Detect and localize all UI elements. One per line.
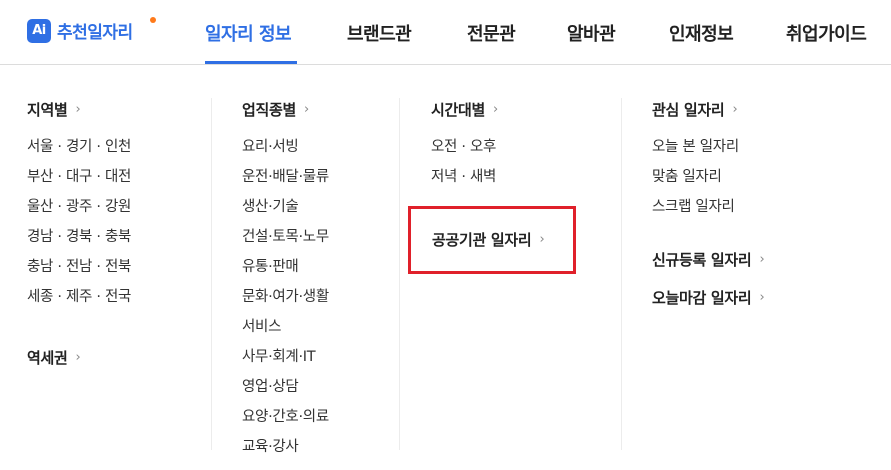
region-heading-label: 지역별 — [27, 100, 68, 119]
nav-part-time[interactable]: 알바관 — [567, 20, 616, 46]
job-type-heading[interactable]: 업직종별 › — [242, 98, 329, 120]
nav-career-guide[interactable]: 취업가이드 — [786, 20, 867, 46]
region-item[interactable]: 부산 · 대구 · 대전 — [27, 167, 131, 197]
job-type-item[interactable]: 건설·토목·노무 — [242, 227, 329, 257]
time-item[interactable]: 저녁 · 새벽 — [431, 167, 498, 197]
closing-jobs-label: 오늘마감 일자리 — [652, 288, 752, 307]
region-item[interactable]: 충남 · 전남 · 전북 — [27, 257, 131, 287]
region-item[interactable]: 서울 · 경기 · 인천 — [27, 137, 131, 167]
station-heading[interactable]: 역세권 › — [27, 346, 131, 368]
logo-text: 추천일자리 — [57, 23, 133, 43]
interest-heading[interactable]: 관심 일자리 › — [652, 98, 764, 120]
column-divider — [211, 98, 212, 450]
public-jobs-link[interactable]: 공공기관 일자리 › — [432, 229, 545, 250]
active-nav-underline — [205, 61, 297, 64]
column-divider — [621, 98, 622, 450]
chevron-right-icon: › — [759, 251, 765, 267]
interest-list: 오늘 본 일자리 맞춤 일자리 스크랩 일자리 — [652, 137, 764, 227]
interest-item[interactable]: 스크랩 일자리 — [652, 197, 764, 227]
region-heading[interactable]: 지역별 › — [27, 98, 131, 120]
time-heading[interactable]: 시간대별 › — [431, 98, 498, 120]
top-navigation-bar: Ai 추천일자리 일자리 정보 브랜드관 전문관 알바관 인재정보 취업가이드 — [0, 0, 891, 65]
region-item[interactable]: 경남 · 경북 · 충북 — [27, 227, 131, 257]
job-type-heading-label: 업직종별 — [242, 100, 297, 119]
job-type-item[interactable]: 유통·판매 — [242, 257, 329, 287]
job-type-item[interactable]: 교육·강사 — [242, 437, 329, 467]
interest-heading-label: 관심 일자리 — [652, 100, 725, 119]
region-item[interactable]: 세종 · 제주 · 전국 — [27, 287, 131, 317]
job-type-item[interactable]: 서비스 — [242, 317, 329, 347]
time-heading-label: 시간대별 — [431, 100, 486, 119]
region-column: 지역별 › 서울 · 경기 · 인천 부산 · 대구 · 대전 울산 · 광주 … — [27, 98, 131, 368]
nav-expert[interactable]: 전문관 — [467, 20, 516, 46]
nav-talent[interactable]: 인재정보 — [669, 20, 734, 46]
job-type-column: 업직종별 › 요리·서빙 운전·배달·물류 생산·기술 건설·토목·노무 유통·… — [242, 98, 329, 467]
column-divider — [399, 98, 400, 450]
public-jobs-label: 공공기관 일자리 — [432, 231, 532, 249]
nav-job-info[interactable]: 일자리 정보 — [205, 20, 292, 46]
new-dot-icon — [150, 17, 156, 23]
new-jobs-label: 신규등록 일자리 — [652, 250, 752, 269]
new-jobs-heading[interactable]: 신규등록 일자리 › — [652, 248, 765, 270]
job-type-item[interactable]: 생산·기술 — [242, 197, 329, 227]
closing-jobs-heading[interactable]: 오늘마감 일자리 › — [652, 286, 765, 308]
chevron-right-icon: › — [539, 232, 545, 247]
ai-logo-icon: Ai — [27, 18, 51, 43]
chevron-right-icon: › — [759, 289, 765, 305]
time-item[interactable]: 오전 · 오후 — [431, 137, 498, 167]
job-type-list: 요리·서빙 운전·배달·물류 생산·기술 건설·토목·노무 유통·판매 문화·여… — [242, 137, 329, 467]
interest-column: 관심 일자리 › 오늘 본 일자리 맞춤 일자리 스크랩 일자리 신규등록 일자… — [652, 98, 765, 308]
job-type-item[interactable]: 요리·서빙 — [242, 137, 329, 167]
nav-brand[interactable]: 브랜드관 — [347, 20, 412, 46]
logo[interactable]: Ai 추천일자리 — [27, 17, 156, 43]
job-type-item[interactable]: 운전·배달·물류 — [242, 167, 329, 197]
time-column: 시간대별 › 오전 · 오후 저녁 · 새벽 — [431, 98, 498, 197]
interest-item[interactable]: 맞춤 일자리 — [652, 167, 764, 197]
chevron-right-icon: › — [493, 101, 498, 117]
job-type-item[interactable]: 사무·회계·IT — [242, 347, 329, 377]
chevron-right-icon: › — [75, 101, 81, 117]
chevron-right-icon: › — [732, 101, 738, 117]
time-list: 오전 · 오후 저녁 · 새벽 — [431, 137, 498, 197]
job-type-item[interactable]: 요양·간호·의료 — [242, 407, 329, 437]
region-item[interactable]: 울산 · 광주 · 강원 — [27, 197, 131, 227]
interest-item[interactable]: 오늘 본 일자리 — [652, 137, 764, 167]
region-list: 서울 · 경기 · 인천 부산 · 대구 · 대전 울산 · 광주 · 강원 경… — [27, 137, 131, 317]
chevron-right-icon: › — [304, 101, 309, 117]
station-heading-label: 역세권 — [27, 348, 68, 367]
job-type-item[interactable]: 영업·상담 — [242, 377, 329, 407]
chevron-right-icon: › — [75, 349, 81, 365]
job-type-item[interactable]: 문화·여가·생활 — [242, 287, 329, 317]
